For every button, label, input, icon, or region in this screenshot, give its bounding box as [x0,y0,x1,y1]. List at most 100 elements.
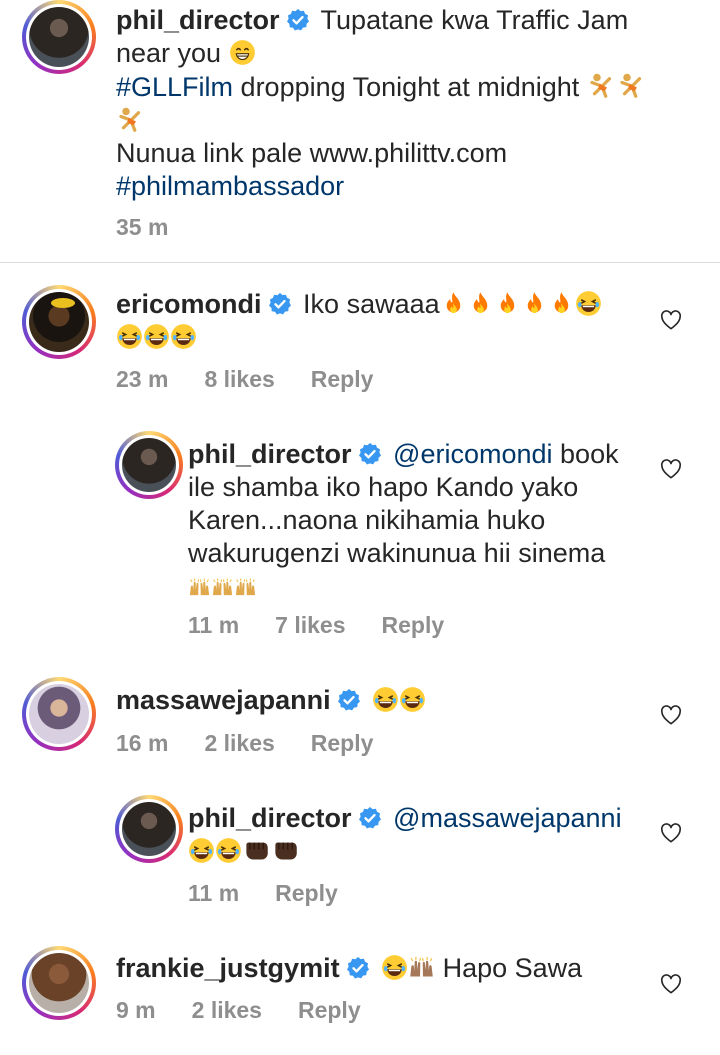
caption-text: near you [116,38,222,68]
comment-line: Karen...naona nikihamia huko [188,504,648,537]
comment-username[interactable]: phil_director [188,439,352,469]
comment-text: ile shamba iko hapo Kando yako [188,472,579,502]
comment-line: ericomondi Iko sawaaa [116,288,636,321]
comment-timestamp: 9 m [116,997,156,1023]
avatar[interactable] [22,677,96,751]
divider [0,262,720,263]
heart-outline-icon[interactable] [660,974,682,994]
post-username[interactable]: phil_director [116,5,280,35]
reply-button[interactable]: Reply [298,997,361,1024]
reply-button[interactable]: Reply [275,880,338,907]
fire-emoji-icon [494,290,521,317]
comment: phil_director @ericomondi book ile shamb… [188,438,648,603]
verified-badge-icon [358,806,382,830]
laughing-emoji-icon [116,323,143,350]
comment-text: wakurugenzi wakinunua hii sinema [188,538,606,568]
comment-username[interactable]: massawejapanni [116,685,331,715]
fist-bump-emoji-icon [242,837,271,864]
mention-link[interactable]: @massawejapanni [393,803,622,833]
laughing-emoji-icon [575,290,602,317]
comment-line [188,570,648,603]
raised-hands-emoji-icon [188,576,211,599]
comment-meta: 11 m Reply [188,880,338,907]
caption-text: Nunua link pale www.philittv.com [116,138,508,168]
comment-text: Iko sawaaa [303,289,440,319]
raised-hands-emoji-icon [408,954,435,981]
fire-emoji-icon [521,290,548,317]
caption-line: near you [116,37,696,70]
comment-username[interactable]: phil_director [188,803,352,833]
caption-text: Tupatane kwa Traffic Jam [320,5,629,35]
reply-button[interactable]: Reply [311,366,374,393]
comment-text: Hapo Sawa [442,953,583,983]
comment-line: massawejapanni [116,684,636,717]
laughing-emoji-icon [170,323,197,350]
avatar[interactable] [22,0,96,74]
post-meta: 35 m [116,214,168,241]
cartwheel-emoji-icon [587,70,617,100]
comment-timestamp: 23 m [116,366,169,392]
heart-outline-icon[interactable] [660,705,682,725]
cartwheel-emoji-icon [617,70,647,100]
comment-line: phil_director @massawejapanni [188,802,648,835]
grinning-emoji-icon [229,39,256,66]
avatar[interactable] [22,285,96,359]
comment: phil_director @massawejapanni [188,802,648,868]
comment: massawejapanni [116,684,636,717]
likes-count[interactable]: 7 likes [275,612,345,639]
verified-badge-icon [337,688,361,712]
comment: frankie_justgymit Hapo Sawa [116,952,636,985]
comment-line [116,321,636,354]
comment-meta: 23 m 8 likes Reply [116,366,373,393]
caption-line: #GLLFilm dropping Tonight at midnight [116,70,696,104]
comment-timestamp: 16 m [116,730,169,756]
verified-badge-icon [268,292,292,316]
reply-button[interactable]: Reply [311,730,374,757]
comment-timestamp: 11 m [188,880,240,906]
comment-line: phil_director @ericomondi book [188,438,648,471]
laughing-emoji-icon [215,837,242,864]
comment-line [188,835,648,868]
laughing-emoji-icon [188,837,215,864]
verified-badge-icon [358,442,382,466]
comment-meta: 16 m 2 likes Reply [116,730,373,757]
raised-hands-emoji-icon [234,576,257,599]
comment-meta: 9 m 2 likes Reply [116,997,361,1024]
comment-line: ile shamba iko hapo Kando yako [188,471,648,504]
caption-line: Nunua link pale www.philittv.com [116,137,696,170]
comment-line: frankie_justgymit Hapo Sawa [116,952,636,985]
laughing-emoji-icon [143,323,170,350]
caption: phil_director Tupatane kwa Traffic Jam n… [116,4,696,203]
raised-hands-emoji-icon [211,576,234,599]
fire-emoji-icon [440,290,467,317]
reply-button[interactable]: Reply [382,612,445,639]
hashtag-link[interactable]: #GLLFilm [116,72,233,102]
fist-bump-emoji-icon [271,837,300,864]
avatar[interactable] [115,431,183,499]
cartwheel-emoji-icon [116,104,146,134]
heart-outline-icon[interactable] [660,310,682,330]
comment-text: book [560,439,619,469]
caption-line [116,104,696,137]
comment-username[interactable]: ericomondi [116,289,262,319]
verified-badge-icon [346,956,370,980]
comment-line: wakurugenzi wakinunua hii sinema [188,537,648,570]
avatar[interactable] [22,946,96,1020]
heart-outline-icon[interactable] [660,459,682,479]
heart-outline-icon[interactable] [660,823,682,843]
verified-badge-icon [286,8,310,32]
comment: ericomondi Iko sawaaa [116,288,636,354]
hashtag-link[interactable]: #philmambassador [116,171,344,201]
comment-username[interactable]: frankie_justgymit [116,953,340,983]
caption-line: #philmambassador [116,170,696,203]
likes-count[interactable]: 2 likes [192,997,262,1024]
post-timestamp: 35 m [116,214,169,240]
avatar[interactable] [115,795,183,863]
likes-count[interactable]: 8 likes [204,366,274,393]
mention-link[interactable]: @ericomondi [393,439,552,469]
laughing-emoji-icon [381,954,408,981]
caption-line: phil_director Tupatane kwa Traffic Jam [116,4,696,37]
caption-text: dropping Tonight at midnight [240,72,580,102]
likes-count[interactable]: 2 likes [204,730,274,757]
comment-text: Karen...naona nikihamia huko [188,505,546,535]
